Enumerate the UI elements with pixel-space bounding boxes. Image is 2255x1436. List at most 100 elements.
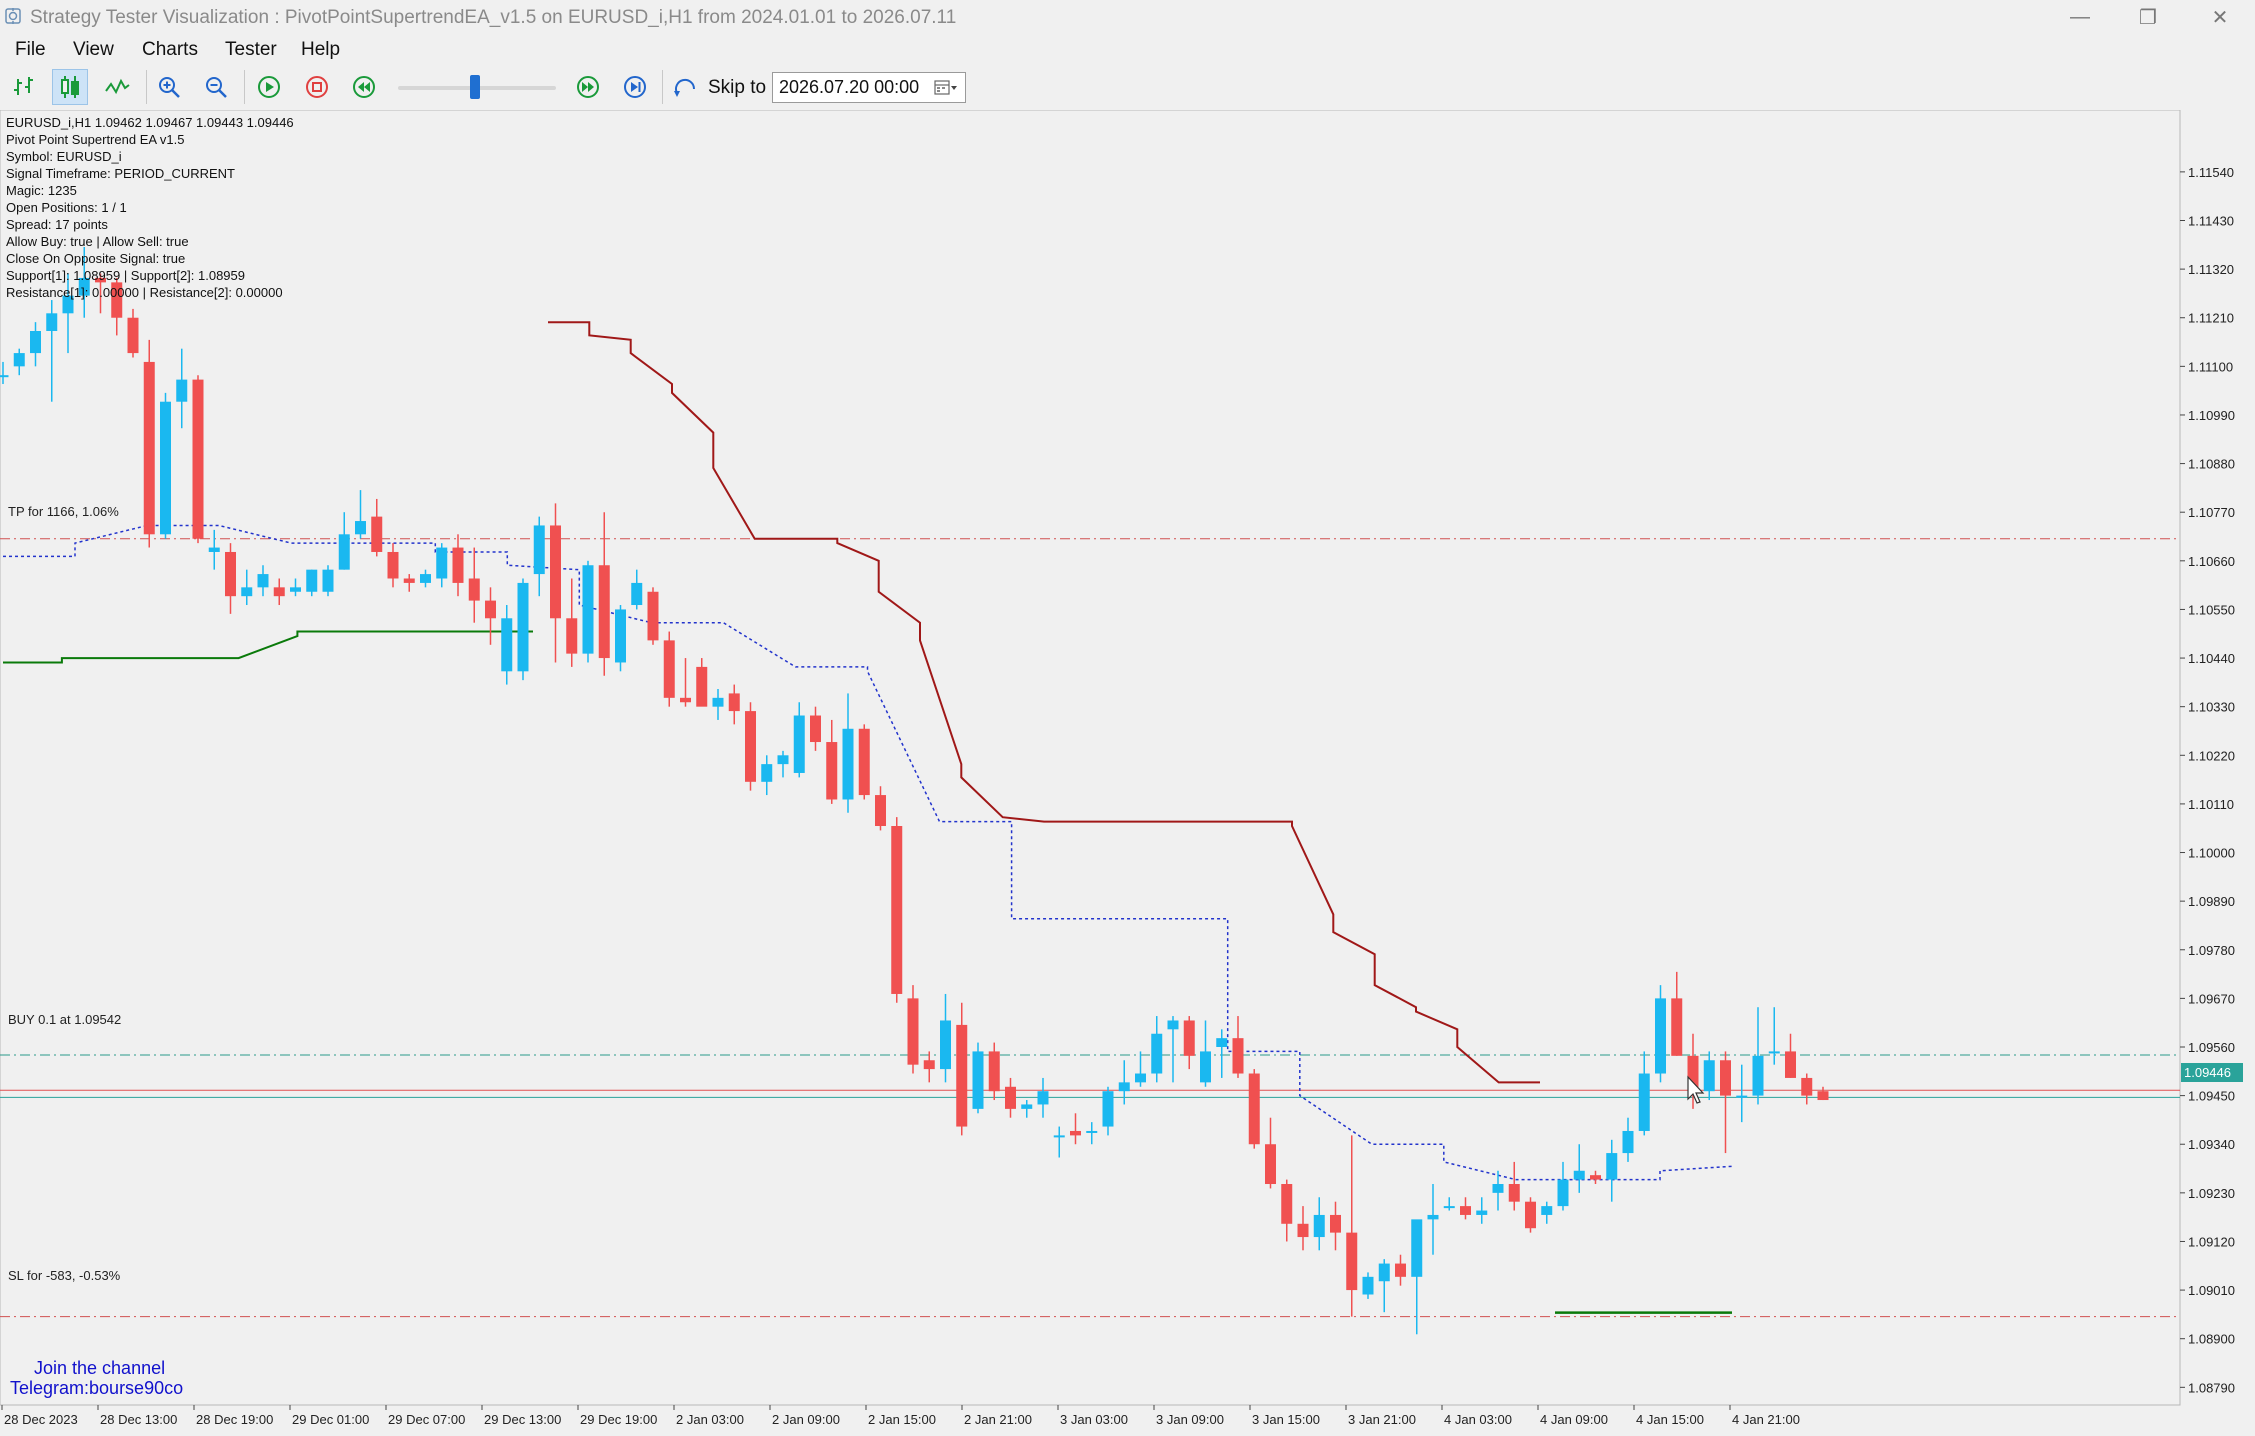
minimize-button[interactable]: — bbox=[2058, 4, 2102, 30]
candle-body bbox=[517, 582, 529, 672]
candle-body bbox=[1248, 1073, 1260, 1145]
skip-to-control[interactable]: Skip to bbox=[672, 72, 766, 104]
candle-body bbox=[1817, 1091, 1829, 1101]
candle bbox=[972, 1042, 984, 1114]
skip-to-date-field[interactable]: 2026.07.20 00:00 bbox=[772, 72, 966, 103]
price-chart[interactable]: 1.11540 1.11430 1.11320 1.11210 1.11100 1.109… bbox=[0, 109, 2255, 1431]
candle bbox=[160, 392, 171, 539]
candle bbox=[322, 565, 334, 597]
candle-body bbox=[550, 525, 561, 619]
candle bbox=[745, 702, 756, 791]
x-tick-label: 28 Dec 2023 bbox=[4, 1412, 78, 1427]
rewind-icon bbox=[353, 76, 375, 98]
candle-body bbox=[1200, 1051, 1211, 1083]
candle-body bbox=[956, 1024, 968, 1127]
info-allow-trades: Allow Buy: true | Allow Sell: true bbox=[6, 234, 189, 249]
candle bbox=[647, 587, 659, 645]
y-tick-label: 1.08900 bbox=[2188, 1332, 2235, 1347]
y-tick-label: 1.10660 bbox=[2188, 554, 2235, 569]
candle-body bbox=[875, 795, 886, 827]
candlestick-chart-button[interactable] bbox=[52, 69, 88, 105]
x-tick-label: 3 Jan 15:00 bbox=[1252, 1412, 1320, 1427]
candle-body bbox=[1232, 1038, 1244, 1074]
zoom-out-button[interactable] bbox=[198, 69, 234, 105]
candle-body bbox=[420, 574, 431, 583]
speed-slider-thumb[interactable] bbox=[470, 75, 480, 99]
candle-body bbox=[1768, 1051, 1780, 1054]
candle-body bbox=[322, 569, 334, 592]
info-support: Support[1]: 1.08959 | Support[2]: 1.0895… bbox=[6, 268, 245, 283]
line-chart-button[interactable] bbox=[99, 69, 135, 105]
candle-body bbox=[1492, 1184, 1504, 1193]
candle-body bbox=[160, 401, 171, 535]
candle-body bbox=[1411, 1219, 1423, 1277]
candle-body bbox=[647, 591, 659, 641]
x-tick-label: 4 Jan 09:00 bbox=[1540, 1412, 1608, 1427]
y-tick-label: 1.11320 bbox=[2188, 262, 2234, 277]
sl-level-label: SL for -583, -0.53% bbox=[8, 1268, 121, 1283]
candle-body bbox=[891, 826, 903, 994]
candle-body bbox=[940, 1020, 951, 1070]
candle-body bbox=[1638, 1073, 1650, 1131]
candle-body bbox=[1297, 1223, 1309, 1238]
candle-body bbox=[241, 587, 253, 597]
candle-body bbox=[615, 609, 626, 663]
candle-body bbox=[988, 1051, 1000, 1092]
calendar-dropdown-icon[interactable] bbox=[933, 78, 959, 98]
candle-body bbox=[208, 547, 220, 552]
skip-to-end-button[interactable] bbox=[617, 69, 653, 105]
y-tick-label: 1.10220 bbox=[2188, 748, 2235, 763]
candle-body bbox=[371, 516, 383, 552]
y-tick-label: 1.10880 bbox=[2188, 457, 2235, 472]
y-tick-label: 1.10330 bbox=[2188, 700, 2235, 715]
current-price-tag: 1.09446 bbox=[2181, 1063, 2243, 1082]
y-tick-label: 1.09670 bbox=[2188, 991, 2235, 1006]
zoom-in-button[interactable] bbox=[151, 69, 187, 105]
menu-tester[interactable]: Tester bbox=[225, 39, 277, 61]
rewind-button[interactable] bbox=[346, 69, 382, 105]
y-tick-label: 1.10110 bbox=[2188, 797, 2234, 812]
close-button[interactable]: ✕ bbox=[2198, 4, 2242, 30]
menu-charts[interactable]: Charts bbox=[142, 39, 198, 61]
candle-body bbox=[403, 578, 415, 583]
candle-body bbox=[1736, 1095, 1748, 1098]
toolbar: Skip to 2026.07.20 00:00 bbox=[0, 64, 2255, 111]
candle-body bbox=[0, 375, 9, 378]
fast-forward-button[interactable] bbox=[570, 69, 606, 105]
bar-chart-button[interactable] bbox=[6, 69, 42, 105]
candle-body bbox=[923, 1060, 935, 1070]
candle bbox=[192, 375, 204, 544]
plot-area bbox=[0, 109, 2181, 1406]
x-tick-label: 4 Jan 15:00 bbox=[1636, 1412, 1704, 1427]
candle-body bbox=[712, 697, 724, 707]
candle-body bbox=[1378, 1263, 1390, 1282]
skip-date-value: 2026.07.20 00:00 bbox=[779, 77, 920, 97]
toolbar-separator bbox=[662, 70, 663, 104]
y-tick-label: 1.11540 bbox=[2188, 165, 2234, 180]
candle-body bbox=[1720, 1060, 1731, 1096]
menu-file[interactable]: File bbox=[15, 39, 46, 61]
strategy-tester-app-icon bbox=[5, 8, 21, 24]
chart-canvas[interactable]: 1.11540 1.11430 1.11320 1.11210 1.11100 1.109… bbox=[0, 109, 2255, 1431]
stop-button[interactable] bbox=[299, 69, 335, 105]
candle-body bbox=[745, 711, 756, 782]
restore-button[interactable]: ❐ bbox=[2126, 4, 2170, 30]
candle bbox=[1525, 1197, 1536, 1233]
y-tick-label: 1.09890 bbox=[2188, 894, 2235, 909]
current-price-value: 1.09446 bbox=[2184, 1065, 2231, 1080]
play-button[interactable] bbox=[251, 69, 287, 105]
toolbar-separator bbox=[244, 70, 245, 104]
candlestick-icon bbox=[61, 76, 79, 98]
candle-body bbox=[1362, 1276, 1374, 1295]
candle-body bbox=[1801, 1077, 1813, 1096]
zoom-in-icon bbox=[159, 77, 180, 98]
menu-help[interactable]: Help bbox=[301, 39, 340, 61]
candle-body bbox=[1508, 1184, 1520, 1202]
zoom-out-icon bbox=[206, 77, 227, 98]
candle-body bbox=[1703, 1060, 1715, 1092]
candle-body bbox=[1606, 1153, 1618, 1180]
buy-level-label: BUY 0.1 at 1.09542 bbox=[8, 1012, 121, 1027]
menu-view[interactable]: View bbox=[73, 39, 114, 61]
candle-body bbox=[1118, 1082, 1130, 1092]
candle-body bbox=[338, 534, 350, 570]
